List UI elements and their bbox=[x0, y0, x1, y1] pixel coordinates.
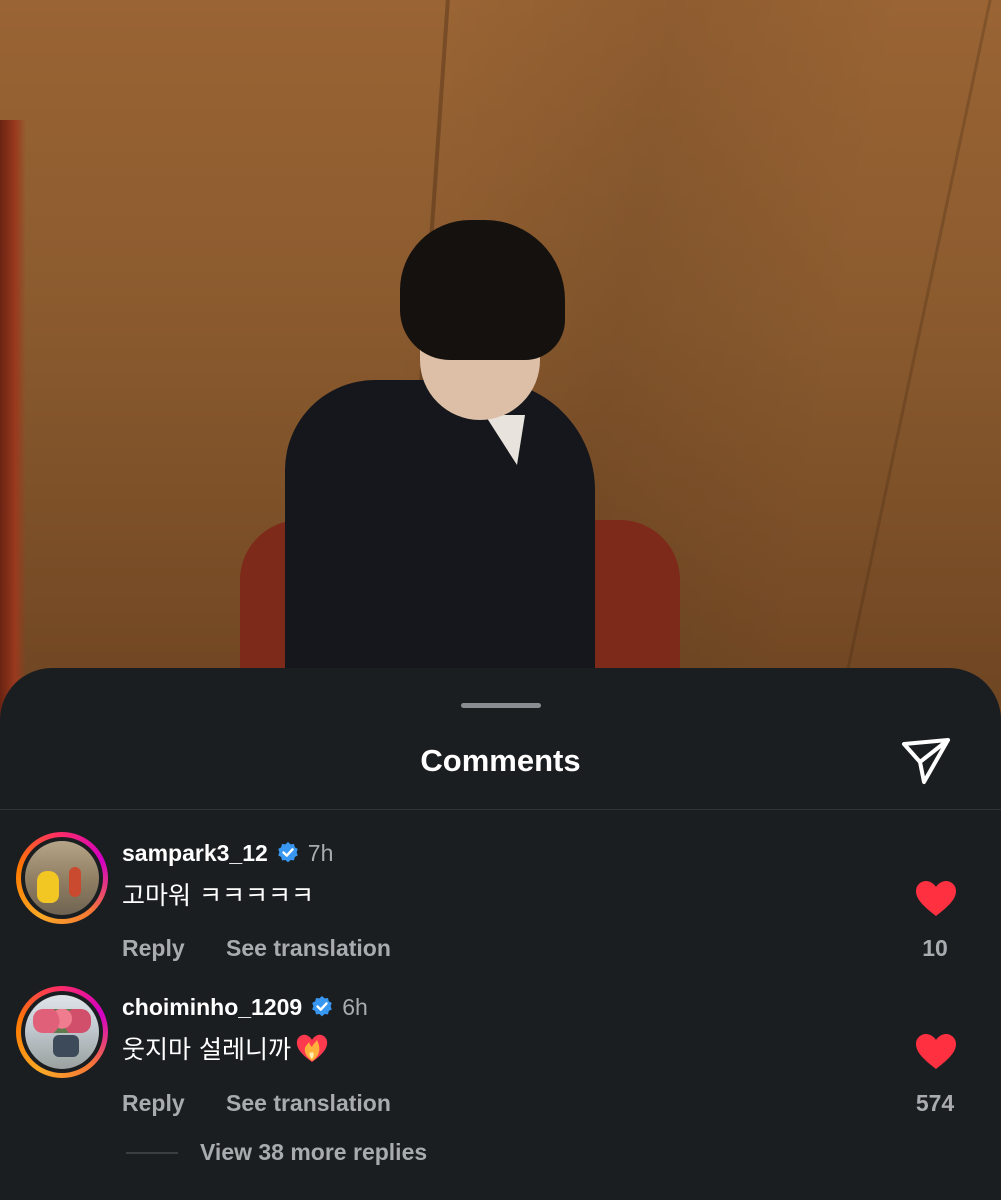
comment-time: 7h bbox=[307, 839, 334, 866]
seated-person bbox=[270, 220, 630, 720]
replies-divider-line bbox=[126, 1152, 178, 1154]
comment-time: 6h bbox=[342, 993, 368, 1020]
header-divider bbox=[0, 809, 1001, 810]
like-count: 10 bbox=[922, 935, 948, 961]
comment-text: 고마워 ㅋㅋㅋㅋㅋ bbox=[122, 881, 314, 910]
heart-icon[interactable] bbox=[915, 1033, 957, 1071]
comment-text-body: 웃지마 설레니까 bbox=[122, 1035, 291, 1064]
comment-username[interactable]: sampark3_12 bbox=[122, 840, 268, 867]
reply-button[interactable]: Reply bbox=[122, 935, 185, 962]
comments-sheet: Comments sampark3_12 7h 고마워 ㅋㅋㅋㅋㅋ Reply … bbox=[0, 668, 1001, 1200]
send-icon[interactable] bbox=[898, 732, 954, 788]
see-translation-button[interactable]: See translation bbox=[226, 935, 391, 962]
verified-badge-icon bbox=[312, 996, 333, 1017]
reply-button[interactable]: Reply bbox=[122, 1090, 185, 1117]
comment-text: 웃지마 설레니까 bbox=[122, 1030, 329, 1066]
drag-handle[interactable] bbox=[461, 703, 541, 708]
see-translation-button[interactable]: See translation bbox=[226, 1090, 391, 1117]
comment-username[interactable]: choiminho_1209 bbox=[122, 994, 302, 1021]
burning-heart-icon bbox=[296, 1034, 328, 1062]
like-count: 574 bbox=[915, 1090, 955, 1116]
hair bbox=[400, 220, 565, 360]
wood-panel-seam bbox=[824, 0, 999, 720]
avatar-photo bbox=[25, 841, 99, 915]
comment-item: choiminho_1209 6h 웃지마 설레니까 Reply See tra… bbox=[0, 986, 1001, 1136]
red-curtain bbox=[0, 120, 26, 720]
comment-header: sampark3_12 7h bbox=[122, 838, 333, 868]
comment-header: choiminho_1209 6h bbox=[122, 992, 368, 1022]
avatar[interactable] bbox=[16, 832, 108, 924]
heart-icon[interactable] bbox=[915, 880, 957, 918]
avatar-photo bbox=[25, 995, 99, 1069]
view-more-replies-button[interactable]: View 38 more replies bbox=[200, 1139, 427, 1166]
verified-badge-icon bbox=[277, 842, 298, 863]
comment-item: sampark3_12 7h 고마워 ㅋㅋㅋㅋㅋ Reply See trans… bbox=[0, 832, 1001, 982]
avatar[interactable] bbox=[16, 986, 108, 1078]
sheet-title: Comments bbox=[420, 743, 581, 778]
post-photo bbox=[0, 0, 1001, 720]
